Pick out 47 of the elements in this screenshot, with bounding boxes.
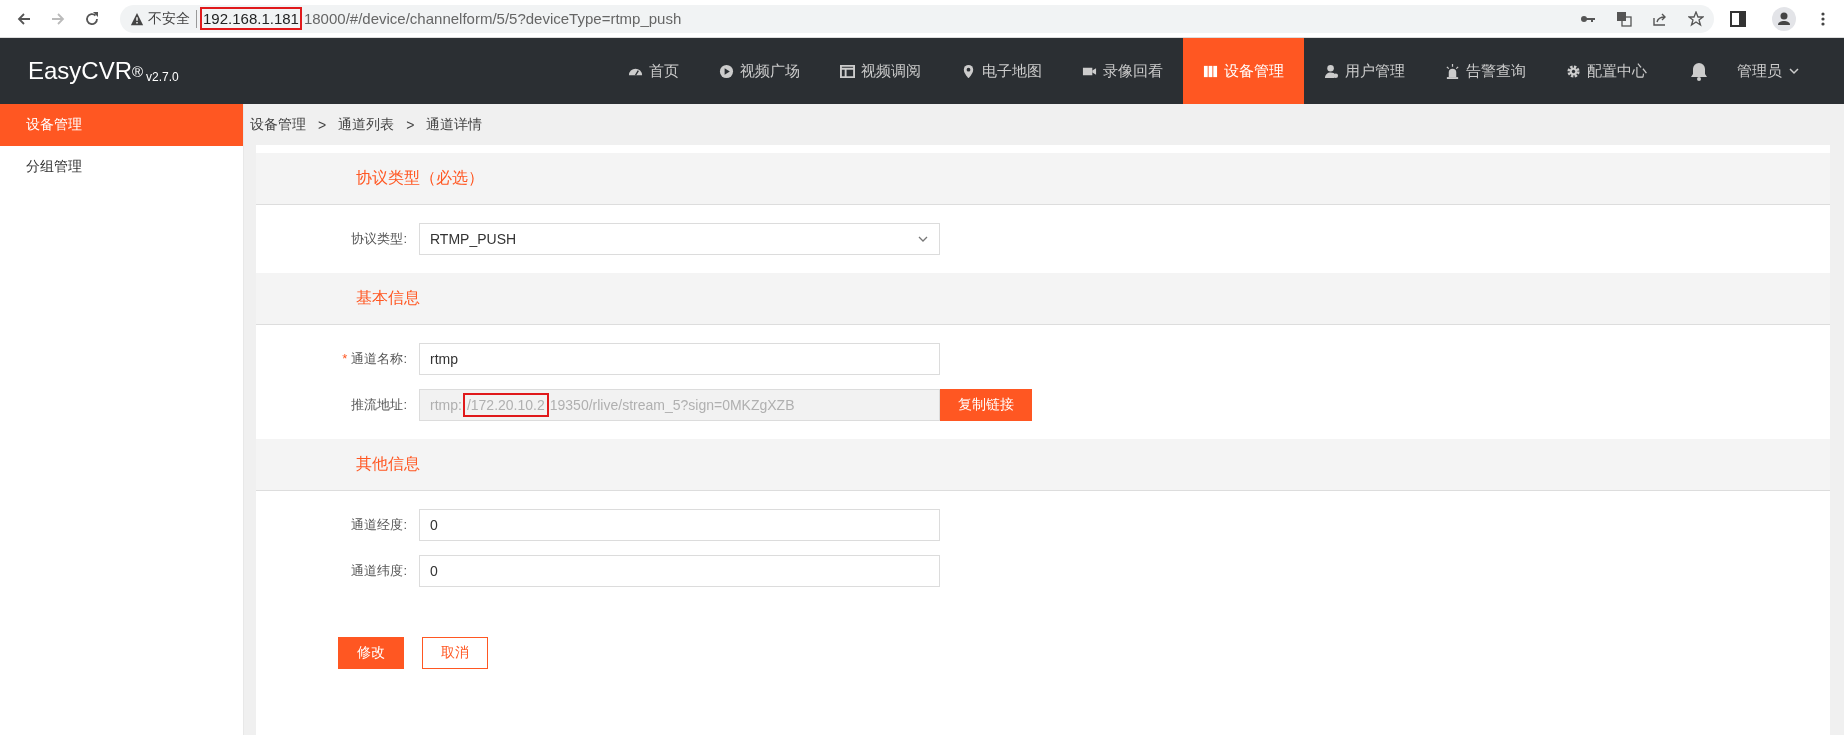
user-icon: [1324, 63, 1339, 79]
chevron-down-icon: [1788, 65, 1800, 77]
field-label: 协议类型:: [350, 230, 408, 248]
nav-tab[interactable]: 视频广场: [699, 38, 820, 104]
breadcrumb-item[interactable]: 通道详情: [426, 115, 483, 134]
back-arrow-icon: [16, 10, 32, 27]
input-field[interactable]: rtmp: [419, 343, 940, 375]
map-pin-icon: [961, 63, 976, 79]
alarm-light-icon: [1445, 63, 1460, 79]
input-field[interactable]: 0: [419, 555, 940, 587]
field-label: 推流地址:: [350, 396, 408, 414]
nav-tab[interactable]: 电子地图: [941, 38, 1062, 104]
profile-icon[interactable]: [1772, 6, 1796, 31]
sidebar-item[interactable]: 分组管理: [0, 146, 243, 188]
nav-tab[interactable]: 录像回看: [1062, 38, 1183, 104]
user-menu[interactable]: 管理员: [1731, 38, 1806, 104]
field-label: 通道纬度:: [350, 562, 408, 580]
breadcrumb-item[interactable]: 通道列表: [338, 115, 395, 134]
address-bar[interactable]: 不安全 192.168.1.181 18000/#/device/channelform/5/5?deviceType=rtmp_push: [120, 4, 1714, 33]
bell-icon[interactable]: [1689, 61, 1709, 81]
nav-tab[interactable]: 配置中心: [1546, 38, 1667, 104]
section-header: 协议类型（必选）: [256, 153, 1830, 205]
security-indicator[interactable]: 不安全: [130, 9, 197, 28]
input-field[interactable]: 0: [419, 509, 940, 541]
breadcrumb-item[interactable]: 设备管理: [250, 115, 306, 134]
columns-icon: [1203, 63, 1218, 79]
url-text: 192.168.1.181 18000/#/device/channelform/5/5?deviceType=rtmp_push: [203, 10, 682, 27]
protocol-select[interactable]: RTMP_PUSH: [419, 223, 940, 255]
field-label: 通道经度:: [350, 516, 408, 534]
breadcrumb-separator: >: [318, 116, 327, 133]
nav-tab[interactable]: 用户管理: [1304, 38, 1425, 104]
menu-icon[interactable]: [1820, 10, 1826, 27]
star-icon[interactable]: [1688, 10, 1704, 27]
table-icon: [840, 63, 855, 79]
side-panel-icon[interactable]: [1730, 10, 1746, 27]
nav-tab[interactable]: 告警查询: [1425, 38, 1546, 104]
breadcrumb-separator: >: [406, 116, 415, 133]
nav-tab[interactable]: 首页: [608, 38, 699, 104]
translate-icon[interactable]: [1616, 10, 1632, 27]
section-header: 基本信息: [256, 273, 1830, 325]
forward-arrow-icon: [50, 10, 66, 27]
settings-icon: [1566, 63, 1581, 79]
reload-icon: [84, 10, 100, 27]
section-header: 其他信息: [256, 439, 1830, 491]
play-icon: [719, 63, 734, 79]
nav-tab[interactable]: 视频调阅: [820, 38, 941, 104]
field-label: * 通道名称:: [341, 350, 408, 368]
